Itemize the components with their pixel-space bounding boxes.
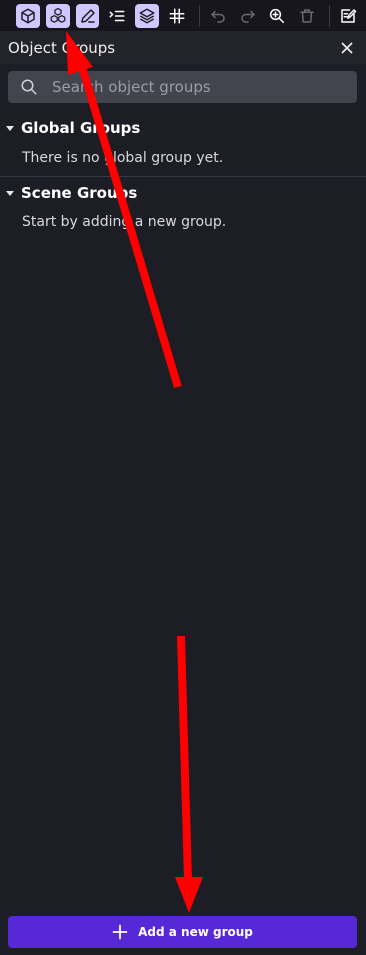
close-icon[interactable] xyxy=(336,37,358,59)
divider xyxy=(0,176,366,177)
caret-down-icon xyxy=(6,190,14,196)
search-input[interactable] xyxy=(50,77,334,97)
global-groups-empty-text: There is no global group yet. xyxy=(22,150,224,166)
global-groups-header[interactable]: Global Groups xyxy=(6,117,140,139)
add-group-button[interactable]: Add a new group xyxy=(8,916,357,948)
edit-pencil-icon[interactable] xyxy=(75,3,100,28)
scene-groups-title: Scene Groups xyxy=(21,184,138,202)
arrow-down-annotation xyxy=(175,635,203,913)
scene-groups-header[interactable]: Scene Groups xyxy=(6,182,137,204)
caret-down-icon xyxy=(6,125,14,131)
global-groups-title: Global Groups xyxy=(21,119,141,137)
object-icon[interactable] xyxy=(16,3,40,28)
add-group-label: Add a new group xyxy=(138,925,253,939)
search-field[interactable] xyxy=(8,71,357,103)
object-groups-page: Object Groups Global Groups There is no … xyxy=(0,0,366,955)
search-icon xyxy=(20,78,38,96)
layers-icon[interactable] xyxy=(135,3,160,28)
toolbar xyxy=(0,0,366,31)
object-groups-icon[interactable] xyxy=(45,3,70,28)
panel-header: Object Groups xyxy=(0,31,366,64)
annotation-arrows xyxy=(66,31,203,913)
undo-icon[interactable] xyxy=(206,4,230,28)
panel-title: Object Groups xyxy=(8,38,116,57)
toolbar-separator xyxy=(198,4,200,27)
toolbar-separator xyxy=(329,4,331,27)
redo-icon[interactable] xyxy=(236,4,260,28)
edit-properties-icon[interactable] xyxy=(336,4,360,28)
trash-icon[interactable] xyxy=(295,4,319,28)
grid-icon[interactable] xyxy=(165,4,189,28)
scene-groups-empty-text: Start by adding a new group. xyxy=(22,214,227,230)
plus-icon xyxy=(112,924,128,940)
zoom-icon[interactable] xyxy=(266,4,290,28)
list-icon[interactable] xyxy=(105,4,129,28)
